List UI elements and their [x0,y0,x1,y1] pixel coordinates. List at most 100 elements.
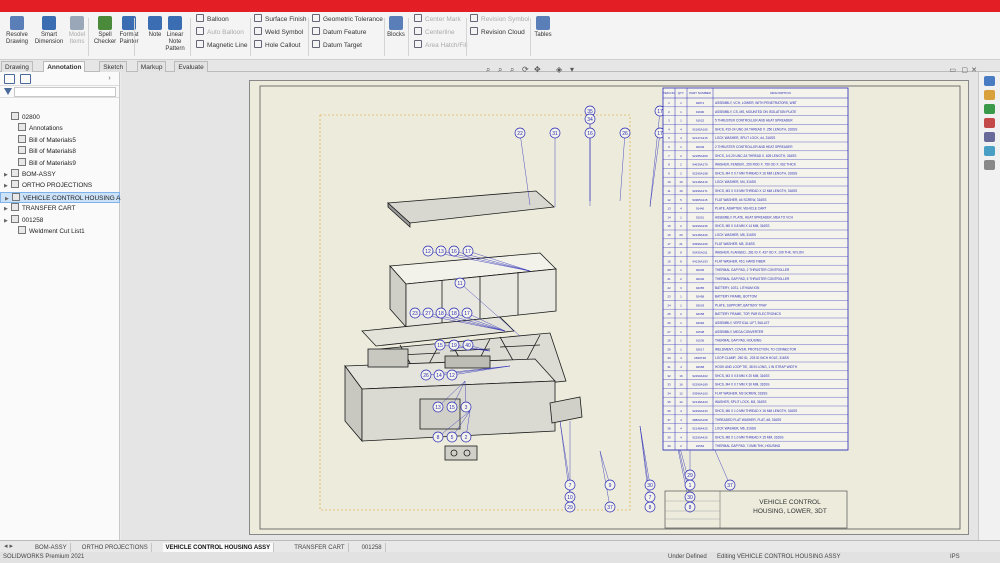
balloon[interactable]: 17 [462,245,474,257]
balloon[interactable]: 12 [422,245,434,257]
blocks-button[interactable]: Blocks [381,14,411,58]
balloon[interactable]: 18 [448,307,460,319]
drawing-sheet[interactable]: 35 34 17 22 31 16 26 17 12 13 16 17 11 23 27 18 18 17 15 19… [249,80,969,535]
balloon[interactable]: 37 [724,479,736,491]
hole-calloutbutton[interactable]: Hole Callout [254,40,300,52]
display-style-icon[interactable]: ◈ [556,65,562,74]
balloon[interactable]: 31 [549,127,561,139]
balloon[interactable]: 5 [446,431,458,443]
balloon[interactable]: 13 [435,245,447,257]
rotate-view-icon[interactable]: ⟳ [522,65,529,74]
centerlinebutton[interactable]: Centerline [414,27,455,39]
center-markbutton[interactable]: Center Mark [414,14,461,26]
geometric-tolerancebutton[interactable]: Geometric Tolerance [312,14,383,26]
balloon[interactable]: 9 [604,479,616,491]
balloon[interactable]: 15 [446,401,458,413]
area-hatch-fillbutton[interactable]: Area Hatch/Fill [414,40,468,52]
tree-item[interactable]: ▶ VEHICLE CONTROL HOUSING ASSY [0,191,133,204]
weld-symbolbutton[interactable]: Weld Symbol [254,27,303,39]
maximize-icon[interactable]: ▢ [961,66,968,74]
balloon[interactable]: 3 [460,401,472,413]
tree-item[interactable]: ▶ ORTHO PROJECTIONS [0,180,120,191]
graphics-area[interactable]: ⌕ ⌕ ⌕ ⟳ ✥ ◈ ▾ ▭ ▢ ✕ 35 34 17 22 31 16 26… [121,65,978,540]
balloon[interactable]: 2 [460,431,472,443]
status-units[interactable]: IPS [950,552,960,563]
balloon[interactable]: 19 [448,339,460,351]
surface-finishbutton[interactable]: Surface Finish [254,14,307,26]
magnetic-linebutton[interactable]: Magnetic Line [196,40,247,52]
auto-balloonbutton[interactable]: Auto Balloon [196,27,244,39]
pan-icon[interactable]: ✥ [534,65,541,74]
tree-item[interactable]: ▶ 001258 [0,214,120,226]
zoom-to-fit-icon[interactable]: ⌕ [486,65,490,75]
balloon[interactable]: 34 [584,113,596,125]
tab-sketch[interactable]: Sketch [99,61,128,72]
revision-symbolbutton[interactable]: Revision Symbol [470,14,529,26]
tables-button[interactable]: Tables [528,14,558,58]
tree-item[interactable]: Annotations [0,123,120,134]
view-palette-icon[interactable] [984,118,995,128]
tab-evaluate[interactable]: Evaluate [174,61,208,72]
balloonbutton[interactable]: Balloon [196,14,229,26]
balloon[interactable]: 14 [433,369,445,381]
appearances-icon[interactable] [984,132,995,142]
zoom-to-area-icon[interactable]: ⌕ [498,65,502,75]
tree-item[interactable]: 02800 [0,112,120,123]
smart-dimension-button[interactable]: Smart Dimension [34,14,64,58]
linear-note-pattern-button[interactable]: Linear Note Pattern [160,14,190,58]
balloon[interactable]: 7 [644,491,656,503]
tree-item[interactable]: Bill of Materials8 [0,146,120,157]
balloon[interactable]: 40 [462,339,474,351]
zoom-in-out-icon[interactable]: ⌕ [510,65,514,75]
revision-cloudbutton[interactable]: Revision Cloud [470,27,525,39]
tree-item[interactable]: ▶ BOM-ASSY [0,168,120,180]
balloon[interactable]: 15 [434,339,446,351]
balloon[interactable]: 16 [448,245,460,257]
balloon[interactable]: 29 [684,469,696,481]
balloon[interactable]: 10 [564,491,576,503]
balloon[interactable]: 26 [420,369,432,381]
filter-input[interactable] [14,87,116,97]
datum-featurebutton[interactable]: Datum Feature [312,27,366,39]
balloon[interactable]: 17 [461,307,473,319]
tab-markup[interactable]: Markup [136,61,167,72]
property-tab-icon[interactable] [20,74,31,84]
tab-annotation[interactable]: Annotation [43,61,86,72]
chevron-right-icon[interactable]: › [104,74,115,84]
file-explorer-icon[interactable] [984,104,995,114]
balloon[interactable]: 30 [644,479,656,491]
balloon[interactable]: 12 [446,369,458,381]
balloon[interactable]: 16 [584,127,596,139]
balloon[interactable]: 13 [432,401,444,413]
balloon[interactable]: 8 [432,431,444,443]
resolve-drawing-button[interactable]: Resolve Drawing [2,14,32,58]
tab-drawing[interactable]: Drawing [1,61,33,72]
design-library-icon[interactable] [984,90,995,100]
datum-targetbutton[interactable]: Datum Target [312,40,362,52]
balloon[interactable]: 8 [684,501,696,513]
sheet-nav-arrows-icon[interactable]: ◂ ▸ [4,542,13,550]
close-icon[interactable]: ✕ [971,66,977,74]
balloon[interactable]: 27 [422,307,434,319]
tree-item[interactable]: ▶ TRANSFER CART [0,203,120,214]
tree-item[interactable]: Weldment Cut List1 [0,225,120,237]
balloon[interactable]: 37 [604,501,616,513]
balloon[interactable]: 11 [454,277,466,289]
filter-icon[interactable] [4,88,12,95]
balloon[interactable]: 7 [564,479,576,491]
feature-tree-tab-icon[interactable] [4,74,15,84]
balloon[interactable]: 23 [409,307,421,319]
recovery-icon[interactable] [984,160,995,170]
tree-item[interactable]: Bill of Materials5 [0,134,120,146]
minimize-icon[interactable]: ▭ [949,66,956,74]
balloon[interactable]: 8 [644,501,656,513]
balloon[interactable]: 26 [619,127,631,139]
balloon[interactable]: 22 [514,127,526,139]
custom-properties-icon[interactable] [984,146,995,156]
hide-show-icon[interactable]: ▾ [570,65,574,74]
tree-item[interactable]: Bill of Materials9 [0,157,120,169]
balloon[interactable]: 18 [435,307,447,319]
balloon[interactable]: 30 [684,491,696,503]
resources-icon[interactable] [984,76,995,86]
balloon[interactable]: 1 [684,479,696,491]
